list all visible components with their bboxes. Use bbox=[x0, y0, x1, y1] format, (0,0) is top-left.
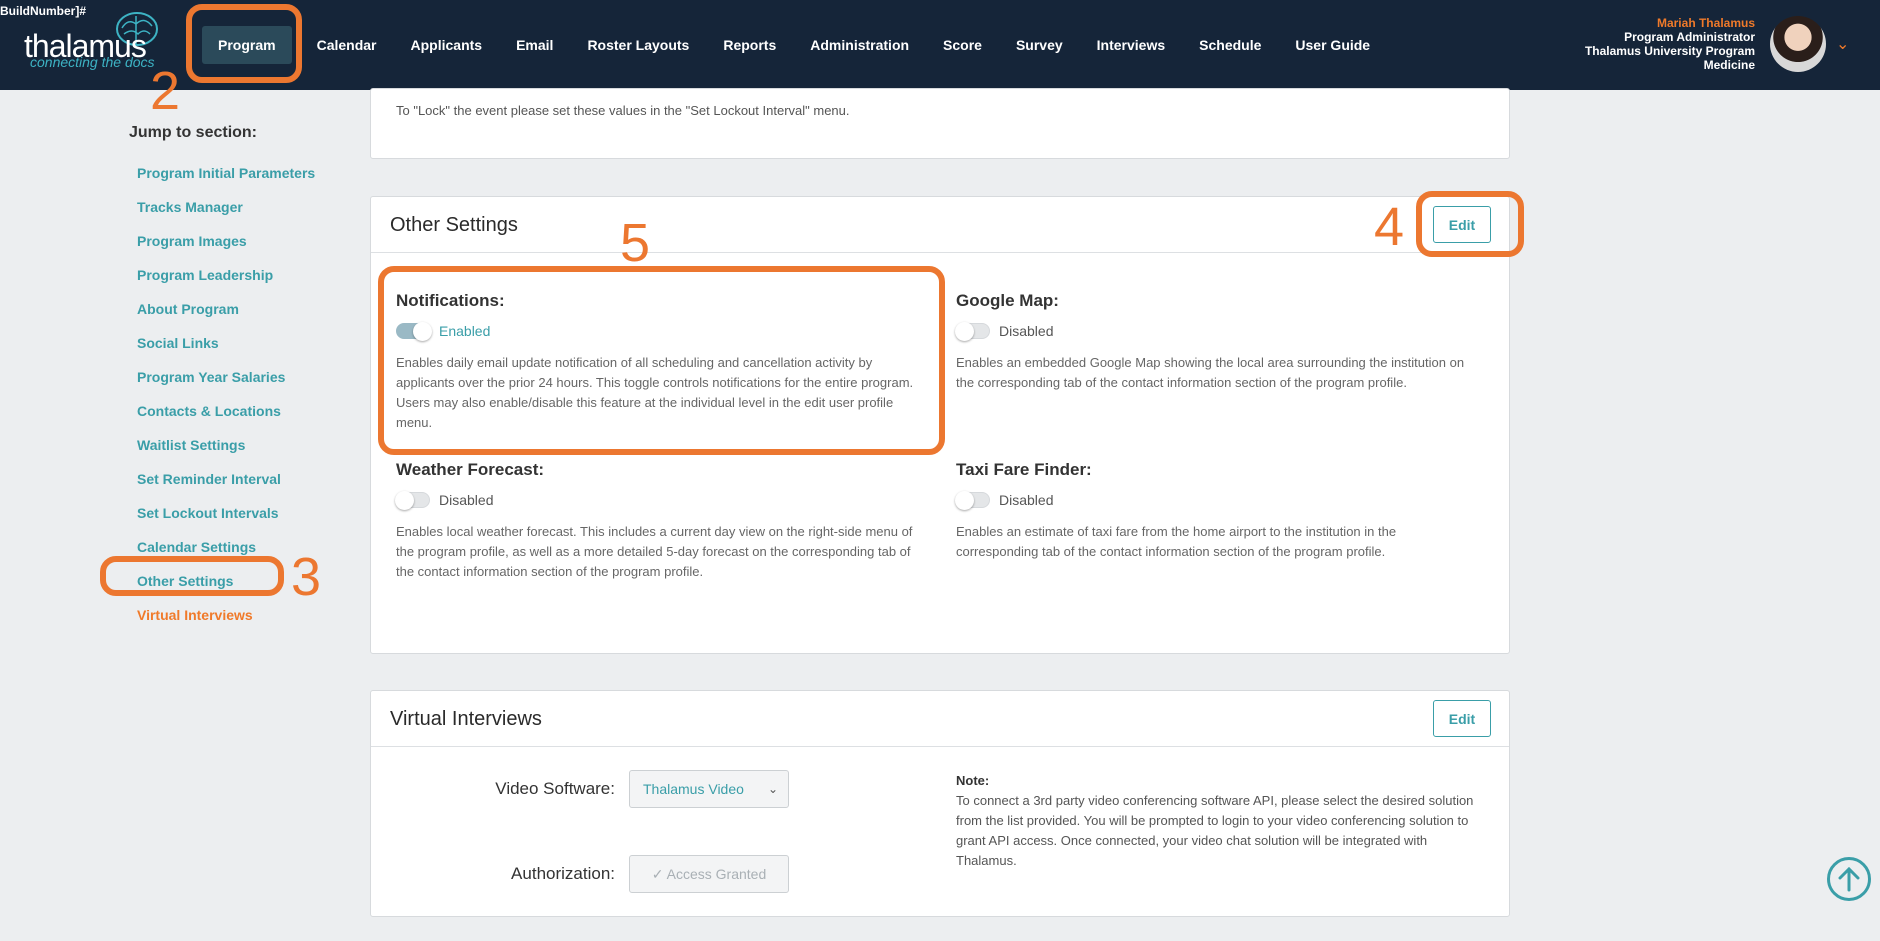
taxi-fare-toggle[interactable] bbox=[955, 491, 990, 510]
vi-note: Note: To connect a 3rd party video confe… bbox=[956, 771, 1481, 871]
arrow-up-circle-icon bbox=[1838, 866, 1860, 892]
toggle-state: Disabled bbox=[999, 323, 1054, 339]
virtual-interviews-edit-button[interactable]: Edit bbox=[1433, 700, 1491, 737]
sidebar-title: Jump to section: bbox=[129, 124, 258, 141]
other-settings-header: Other Settings Edit bbox=[371, 197, 1509, 253]
avatar[interactable] bbox=[1770, 16, 1826, 72]
lockout-card: To "Lock" the event please set these val… bbox=[370, 88, 1510, 159]
setting-description: Enables local weather forecast. This inc… bbox=[396, 524, 913, 579]
nav-applicants[interactable]: Applicants bbox=[394, 26, 500, 64]
annotation-box-other-settings bbox=[100, 556, 284, 596]
setting-taxi-fare-finder: Taxi Fare Finder: Disabled Enables an es… bbox=[955, 460, 1476, 562]
check-icon: ✓ bbox=[651, 866, 667, 882]
google-map-toggle[interactable] bbox=[955, 322, 990, 341]
nav-administration[interactable]: Administration bbox=[793, 26, 926, 64]
chevron-down-icon: ⌄ bbox=[767, 782, 778, 796]
user-org: Thalamus University Program bbox=[1584, 44, 1755, 58]
video-software-value: Thalamus Video bbox=[643, 781, 744, 797]
sidebar-item-program-year-salaries[interactable]: Program Year Salaries bbox=[137, 360, 369, 394]
nav-calendar[interactable]: Calendar bbox=[300, 26, 394, 64]
user-name: Mariah Thalamus bbox=[1656, 16, 1755, 30]
virtual-interviews-card: Virtual Interviews Edit Video Software: … bbox=[370, 690, 1510, 917]
note-text: To connect a 3rd party video conferencin… bbox=[956, 793, 1474, 868]
nav-score[interactable]: Score bbox=[926, 26, 999, 64]
sidebar-item-contacts-locations[interactable]: Contacts & Locations bbox=[137, 394, 369, 428]
weather-forecast-toggle[interactable] bbox=[395, 491, 430, 510]
main-nav: Program Calendar Applicants Email Roster… bbox=[202, 26, 1387, 64]
sidebar-item-tracks-manager[interactable]: Tracks Manager bbox=[137, 190, 369, 224]
nav-roster-layouts[interactable]: Roster Layouts bbox=[570, 26, 706, 64]
annotation-number-5: 5 bbox=[620, 213, 651, 273]
setting-description: Enables an estimate of taxi fare from th… bbox=[956, 524, 1397, 559]
toggle-state: Disabled bbox=[439, 492, 494, 508]
annotation-box-edit bbox=[1416, 191, 1524, 257]
logo-tagline: connecting the docs bbox=[30, 54, 155, 70]
user-role: Program Administrator bbox=[1624, 30, 1755, 44]
access-granted-label: Access Granted bbox=[666, 866, 767, 882]
nav-email[interactable]: Email bbox=[499, 26, 570, 64]
annotation-box-program bbox=[186, 4, 302, 83]
nav-interviews[interactable]: Interviews bbox=[1080, 26, 1182, 64]
virtual-interviews-title: Virtual Interviews bbox=[390, 708, 542, 730]
setting-label: Google Map: bbox=[956, 291, 1059, 310]
setting-label: Taxi Fare Finder: bbox=[956, 460, 1092, 479]
user-org-dept: Medicine bbox=[1703, 58, 1755, 72]
sidebar-item-about-program[interactable]: About Program bbox=[137, 292, 369, 326]
setting-google-map: Google Map: Disabled Enables an embedded… bbox=[955, 291, 1476, 393]
setting-weather-forecast: Weather Forecast: Disabled Enables local… bbox=[395, 460, 916, 582]
authorization-label: Authorization: bbox=[511, 864, 615, 883]
note-title: Note: bbox=[956, 773, 990, 788]
sidebar-item-set-reminder-interval[interactable]: Set Reminder Interval bbox=[137, 462, 369, 496]
sidebar-item-social-links[interactable]: Social Links bbox=[137, 326, 369, 360]
nav-reports[interactable]: Reports bbox=[706, 26, 793, 64]
toggle-state: Disabled bbox=[999, 492, 1054, 508]
access-granted-button[interactable]: ✓ Access Granted bbox=[629, 855, 789, 893]
nav-survey[interactable]: Survey bbox=[999, 26, 1080, 64]
nav-schedule[interactable]: Schedule bbox=[1182, 26, 1278, 64]
sidebar-item-program-initial-parameters[interactable]: Program Initial Parameters bbox=[137, 156, 369, 190]
annotation-number-3: 3 bbox=[291, 547, 322, 607]
setting-description: Enables an embedded Google Map showing t… bbox=[956, 355, 1465, 390]
sidebar-item-program-leadership[interactable]: Program Leadership bbox=[137, 258, 369, 292]
setting-label: Weather Forecast: bbox=[396, 460, 545, 479]
user-info[interactable]: Mariah Thalamus Program Administrator Th… bbox=[1585, 16, 1755, 72]
video-software-select[interactable]: Thalamus Video ⌄ bbox=[629, 770, 789, 808]
other-settings-title: Other Settings bbox=[390, 214, 518, 236]
sidebar-item-waitlist-settings[interactable]: Waitlist Settings bbox=[137, 428, 369, 462]
video-software-label: Video Software: bbox=[495, 779, 615, 798]
sidebar-item-set-lockout-intervals[interactable]: Set Lockout Intervals bbox=[137, 496, 369, 530]
annotation-number-2: 2 bbox=[150, 61, 181, 121]
nav-user-guide[interactable]: User Guide bbox=[1278, 26, 1387, 64]
virtual-interviews-header: Virtual Interviews Edit bbox=[371, 691, 1509, 747]
lockout-hint-text: To "Lock" the event please set these val… bbox=[396, 103, 850, 118]
annotation-box-notifications bbox=[378, 266, 945, 455]
chevron-down-icon[interactable]: ⌄ bbox=[1836, 34, 1849, 54]
annotation-number-4: 4 bbox=[1374, 197, 1405, 257]
sidebar-item-virtual-interviews[interactable]: Virtual Interviews bbox=[137, 598, 369, 632]
sidebar-item-program-images[interactable]: Program Images bbox=[137, 224, 369, 258]
scroll-top-button[interactable] bbox=[1827, 857, 1871, 901]
